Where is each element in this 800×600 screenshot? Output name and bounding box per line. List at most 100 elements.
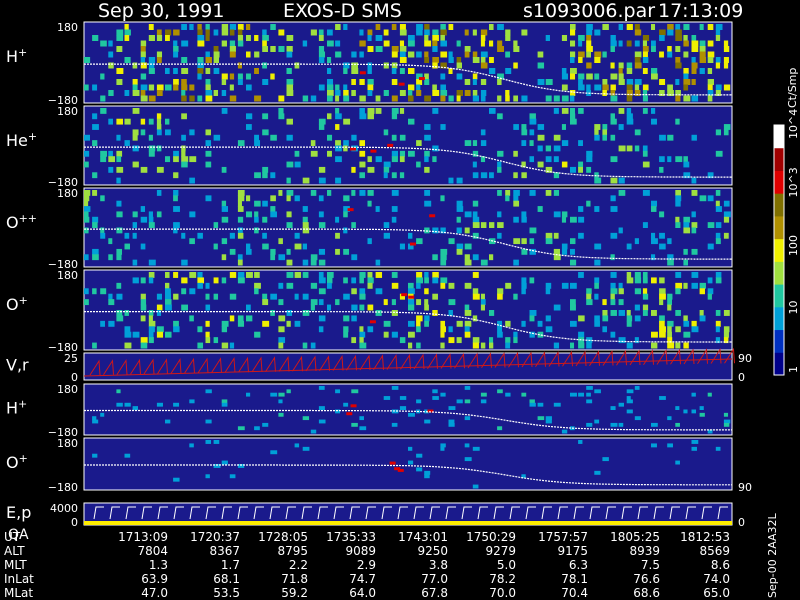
spectrogram-cell (359, 326, 364, 333)
spectrogram-cell (213, 68, 220, 74)
spectrogram-cell (432, 46, 438, 52)
spectrogram-cell (570, 113, 576, 120)
panel-right-bottom: 90 (738, 481, 752, 494)
spectrogram-cell (659, 288, 666, 295)
spectrogram-cell (424, 57, 430, 63)
spectrogram-cell (707, 243, 714, 250)
spectrogram-cell (335, 108, 340, 114)
spectrogram-cell (221, 216, 229, 223)
spectrogram-cell (294, 161, 301, 168)
spectrogram-cell (197, 282, 203, 289)
spectrogram-cell (667, 84, 673, 91)
spectrogram-cell (489, 337, 494, 344)
spectrogram-cell (84, 161, 89, 168)
spectrogram-cell (610, 84, 616, 91)
spectrogram-cell (691, 392, 696, 397)
spectrogram-cell (140, 315, 146, 322)
spectrogram-cell (610, 40, 617, 47)
spectrogram-cell (586, 299, 593, 306)
spectrogram-cell (570, 95, 575, 102)
spectrogram-cell (148, 326, 155, 333)
spectrogram-cell (521, 277, 527, 284)
spectrogram-cell (578, 79, 583, 85)
spectrogram-cell (156, 326, 164, 333)
spectrogram-cell (424, 315, 430, 322)
spectrogram-cell (497, 24, 504, 30)
spectrogram-cell (383, 62, 389, 69)
colorbar-segment (774, 215, 784, 240)
spectrogram-cell (399, 51, 406, 58)
spectrogram-cell (553, 232, 559, 239)
spectrogram-cell (327, 282, 332, 289)
spectrogram-cell (408, 304, 415, 311)
spectrogram-cell (594, 320, 600, 327)
spectrogram-cell (537, 124, 545, 130)
spectrogram-cell (213, 90, 219, 96)
spectrogram-cell (659, 326, 666, 333)
spectrogram-cell (246, 84, 252, 91)
spectrogram-cell (497, 46, 505, 52)
spectrogram-cell (464, 282, 472, 289)
spectrogram-cell (229, 232, 235, 239)
table-cell: 1728:05 (258, 530, 308, 544)
spectrogram-cell (521, 320, 526, 327)
spectrogram-cell (408, 84, 415, 91)
spectrogram-hit (398, 82, 405, 86)
spectrogram-cell (570, 108, 575, 114)
spectrogram-cell (505, 190, 511, 196)
spectrogram-cell (140, 342, 148, 349)
spectrogram-cell (675, 422, 680, 427)
spectrogram-cell (432, 293, 438, 300)
spectrogram-cell (84, 57, 91, 63)
spectrogram-cell (610, 35, 616, 41)
spectrogram-cell (351, 315, 357, 322)
spectrogram-cell (480, 140, 487, 146)
panel-1: He+180−180 (6, 105, 733, 189)
spectrogram-cell (286, 161, 294, 168)
spectrogram-cell (408, 150, 415, 157)
spectrogram-cell (327, 57, 332, 63)
spectrogram-cell (294, 150, 300, 157)
spectrogram-cell (229, 272, 237, 278)
spectrogram-cell (545, 326, 553, 333)
spectrogram-cell (691, 211, 696, 218)
spectrogram-cell (229, 24, 237, 30)
spectrogram-cell (318, 29, 324, 36)
spectrogram-cell (691, 326, 699, 333)
spectrogram-cell (642, 40, 648, 47)
spectrogram-cell (570, 320, 577, 327)
spectrogram-cell (715, 310, 721, 316)
spectrogram-cell (707, 79, 715, 85)
spectrogram-cell (205, 84, 211, 91)
spectrogram-cell (84, 190, 91, 196)
spectrogram-cell (691, 446, 697, 451)
spectrogram-cell (505, 342, 511, 349)
spectrogram-cell (262, 35, 269, 41)
spectrogram-cell (594, 29, 601, 36)
spectrogram-cell (367, 282, 373, 289)
spectrogram-cell (723, 40, 729, 47)
spectrogram-cell (723, 412, 729, 417)
spectrogram-cell (156, 35, 163, 41)
spectrogram-cell (602, 51, 607, 58)
spectrogram-cell (205, 304, 211, 311)
spectrogram-cell (92, 35, 99, 41)
spectrogram-cell (318, 166, 326, 173)
spectrogram-cell (675, 272, 682, 278)
spectrogram-cell (343, 145, 348, 152)
spectrogram-cell (642, 84, 649, 91)
spectrogram-cell (497, 222, 504, 228)
spectrogram-cell (367, 84, 374, 91)
spectrogram-cell (327, 90, 334, 96)
spectrogram-cell (642, 145, 648, 152)
spectrogram-cell (335, 24, 341, 30)
spectrogram-cell (594, 389, 601, 394)
spectrogram-cell (213, 222, 219, 228)
spectrogram-cell (173, 51, 179, 58)
spectrogram-cell (124, 402, 131, 407)
spectrogram-cell (570, 68, 577, 74)
table-cell: 1812:53 (680, 530, 730, 544)
spectrogram-cell (270, 310, 275, 316)
spectrogram-cell (497, 161, 502, 168)
spectrogram-cell (132, 259, 138, 266)
